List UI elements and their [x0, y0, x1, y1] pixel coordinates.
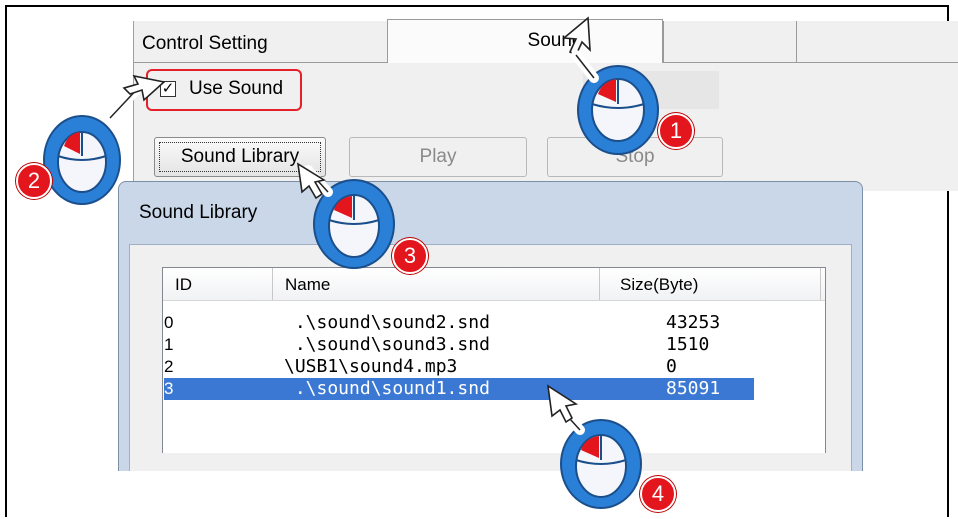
- list-header: ID Name Size(Byte): [163, 268, 825, 301]
- cell-size: 85091: [666, 378, 721, 399]
- step-badge-1: 1: [658, 113, 694, 149]
- cell-name: .\sound\sound3.snd: [284, 334, 490, 355]
- play-button-label: Play: [419, 146, 457, 167]
- cell-size: 43253: [666, 312, 721, 333]
- window-title: Sound Library: [139, 202, 258, 223]
- mouse-click-callout-2: 2: [16, 74, 166, 210]
- column-header-id[interactable]: ID: [163, 268, 273, 300]
- table-row[interactable]: 2 \USB1\sound4.mp3 0: [164, 356, 754, 378]
- mouse-click-icon: [561, 16, 659, 155]
- cell-size: 1510: [666, 334, 710, 355]
- table-row-selected[interactable]: 3 .\sound\sound1.snd 85091: [164, 378, 754, 400]
- table-row[interactable]: 1 .\sound\sound3.snd 1510: [164, 334, 754, 356]
- mouse-click-callout-3: 3: [296, 162, 428, 276]
- step-badge-2: 2: [16, 163, 52, 199]
- cell-name: .\sound\sound1.snd: [284, 378, 490, 399]
- cell-id: 1: [164, 335, 174, 354]
- cell-id: 2: [164, 357, 174, 376]
- mouse-click-callout-1: 1: [561, 16, 694, 155]
- cell-size: 0: [666, 356, 677, 377]
- tab-divider: [796, 21, 797, 63]
- cell-name: \USB1\sound4.mp3: [284, 356, 458, 377]
- use-sound-checkbox[interactable]: ✓ Use Sound: [146, 69, 302, 111]
- cell-id: 0: [164, 313, 174, 332]
- step-badge-3: 3: [392, 238, 428, 274]
- table-row[interactable]: 0 .\sound\sound2.snd 43253: [164, 312, 754, 334]
- focus-rect: [159, 142, 321, 172]
- column-header-size[interactable]: Size(Byte): [600, 268, 821, 300]
- tab-empty: [663, 21, 958, 63]
- mouse-click-callout-4: 4: [546, 384, 676, 514]
- step-badge-4: 4: [640, 476, 676, 512]
- tab-control-setting[interactable]: Control Setting: [134, 21, 387, 63]
- mouse-click-icon: [43, 74, 166, 205]
- use-sound-label: Use Sound: [189, 78, 284, 99]
- cell-name: .\sound\sound2.snd: [284, 312, 490, 333]
- sound-list[interactable]: ID Name Size(Byte) 0 .\sound\sound2.snd …: [162, 267, 826, 453]
- cell-id: 3: [164, 379, 174, 398]
- play-button[interactable]: Play: [349, 137, 527, 177]
- tab-control-setting-label: Control Setting: [142, 33, 268, 54]
